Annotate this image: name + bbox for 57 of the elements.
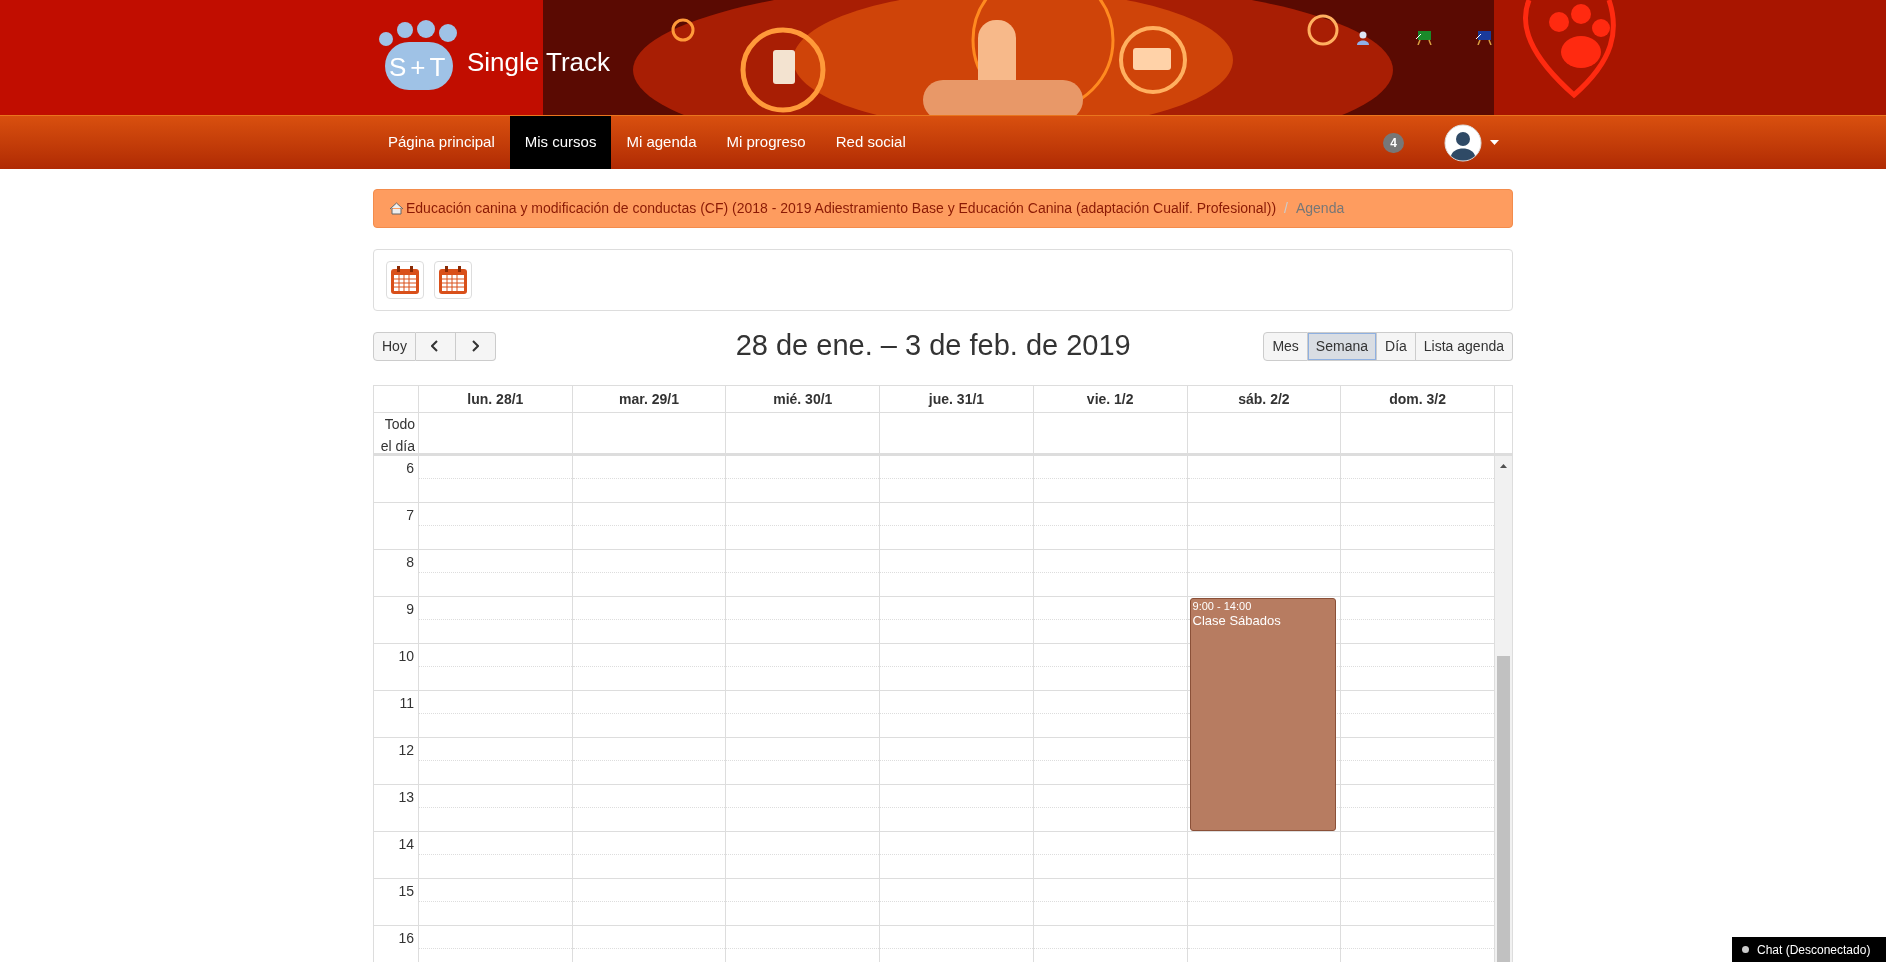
breadcrumb-separator: /	[1283, 199, 1289, 218]
calendar-button[interactable]	[434, 261, 472, 299]
calendar-title: 28 de ene. – 3 de feb. de 2019	[735, 328, 1132, 364]
day-header: lun. 28/1	[467, 389, 524, 409]
calendar-button[interactable]	[386, 261, 424, 299]
notification-count[interactable]: 4	[1383, 132, 1404, 153]
hour-label: 6	[406, 459, 414, 478]
hour-label: 14	[398, 835, 414, 854]
day-header: mié. 30/1	[773, 389, 833, 409]
hour-label: 12	[398, 741, 414, 760]
hour-label: 8	[406, 553, 414, 572]
home-icon[interactable]	[389, 202, 404, 215]
previous-button[interactable]	[415, 331, 456, 361]
avatar-icon[interactable]	[1444, 123, 1482, 162]
nav-item[interactable]: Mi progreso	[711, 116, 821, 169]
day-header: vie. 1/2	[1086, 389, 1134, 409]
all-day-label: Todo el día	[379, 415, 415, 456]
chalkboard-icon	[1416, 31, 1432, 45]
view-tab[interactable]: Mes	[1263, 331, 1308, 361]
breadcrumb-current: Agenda	[1295, 199, 1345, 218]
view-tab[interactable]: Día	[1377, 331, 1416, 361]
hour-label: 13	[398, 788, 414, 807]
calendar-icon	[438, 265, 468, 295]
hour-label: 11	[399, 694, 414, 713]
nav-item[interactable]: Mis cursos	[509, 116, 612, 169]
event-title: Clase Sábados	[1192, 613, 1282, 629]
chat-label: Chat (Desconectado)	[1757, 941, 1871, 959]
chevron-left-icon	[431, 340, 440, 352]
chat-tab[interactable]: Chat (Desconectado)	[1732, 937, 1886, 962]
chalkboard-icon	[1476, 31, 1492, 45]
hour-label: 9	[406, 600, 414, 619]
next-button[interactable]	[455, 331, 496, 361]
hour-label: 15	[398, 882, 414, 901]
day-header: sáb. 2/2	[1238, 389, 1290, 409]
breadcrumb-link[interactable]: Educación canina y modificación de conductas (CF) (2018 - 2019 Adiestramiento Base y Educación Canina (adaptación Cualif. Profesional))	[406, 198, 1277, 219]
day-header: mar. 29/1	[619, 389, 680, 409]
view-tab[interactable]: Semana	[1307, 331, 1377, 361]
scroll-up-icon[interactable]	[1500, 464, 1507, 468]
day-header: dom. 3/2	[1389, 389, 1447, 409]
nav-item[interactable]: Página principal	[373, 116, 510, 169]
site-name: Single Track	[467, 45, 611, 79]
nav-item[interactable]: Mi agenda	[611, 116, 712, 169]
caret-icon[interactable]	[1490, 140, 1499, 145]
scrollbar-thumb[interactable]	[1497, 656, 1510, 962]
view-tab[interactable]: Lista agenda	[1415, 331, 1513, 361]
hour-label: 7	[406, 506, 414, 525]
chevron-right-icon	[471, 340, 480, 352]
logo-mark: S+T	[389, 51, 450, 84]
nav-item[interactable]: Red social	[820, 116, 921, 169]
logo-icon	[379, 20, 459, 92]
user-icon	[1357, 31, 1369, 45]
today-button[interactable]: Hoy	[373, 331, 416, 361]
calendar-icon	[390, 265, 420, 295]
day-header: jue. 31/1	[928, 389, 985, 409]
hour-label: 16	[398, 929, 414, 948]
event-time: 9:00 - 14:00	[1192, 599, 1253, 613]
hour-label: 10	[398, 647, 414, 666]
